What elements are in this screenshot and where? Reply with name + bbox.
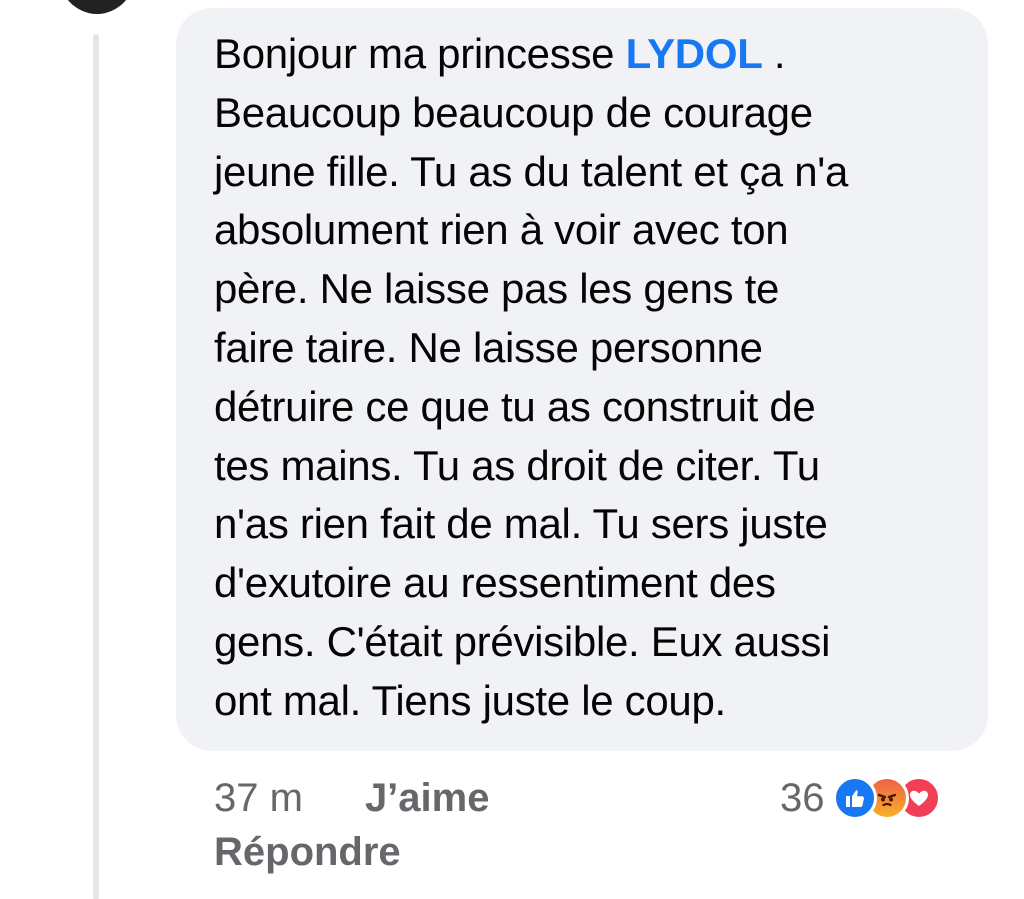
reaction-summary[interactable]: 36	[780, 770, 941, 826]
comment-text: Bonjour ma princesse LYDOL . Beaucoup be…	[214, 25, 974, 731]
reply-button[interactable]: Répondre	[214, 830, 401, 875]
comment-timestamp[interactable]: 37 m	[214, 776, 303, 821]
comment-text-before-tag: Bonjour ma princesse	[214, 30, 626, 77]
reaction-count: 36	[780, 775, 825, 820]
commenter-avatar[interactable]	[58, 0, 136, 14]
reply-thread-line	[93, 34, 99, 899]
comment-actions: 37 m J’aime	[214, 770, 489, 826]
comment-screen: Bonjour ma princesse LYDOL . Beaucoup be…	[0, 0, 1024, 899]
like-button[interactable]: J’aime	[365, 776, 490, 821]
comment-text-after-tag: . Beaucoup beaucoup de courage jeune fil…	[214, 30, 849, 724]
like-icon	[832, 776, 877, 820]
mention-tag[interactable]: LYDOL	[626, 30, 763, 77]
